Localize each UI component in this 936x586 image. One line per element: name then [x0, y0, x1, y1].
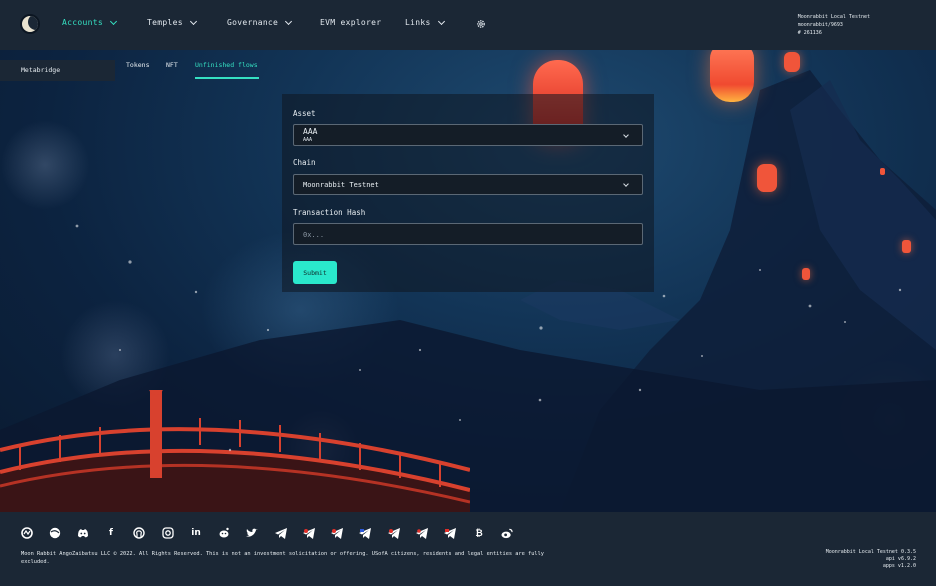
- telegram-flag-icon[interactable]: [331, 527, 343, 539]
- tab-tokens[interactable]: Tokens: [126, 61, 149, 69]
- tab-unfinished-flows[interactable]: Unfinished flows: [195, 61, 258, 69]
- version-title: Moonrabbit Local Testnet 0.3.5: [825, 549, 916, 555]
- chain-name: Moonrabbit Local Testnet: [797, 14, 870, 20]
- transaction-hash-placeholder: 0x...: [303, 231, 325, 239]
- nav-governance[interactable]: Governance: [227, 17, 293, 27]
- chain-info[interactable]: Moonrabbit Local Testnet moonrabbit/9693…: [798, 13, 870, 37]
- telegram-ru-icon[interactable]: [359, 527, 371, 539]
- weibo-icon[interactable]: [501, 527, 513, 539]
- chain-select[interactable]: Moonrabbit Testnet: [293, 174, 643, 195]
- top-navigation-bar: Accounts Temples Governance EVM explorer…: [0, 0, 936, 50]
- copyright-notice: Moon Rabbit AngoZaibatsu LLC © 2022. All…: [21, 551, 544, 565]
- moonrabbit-logo-icon[interactable]: [20, 14, 40, 34]
- chevron-down-icon: [623, 181, 629, 187]
- nav-links-label: Links: [405, 18, 431, 27]
- chain-spec: moonrabbit/9693: [797, 22, 843, 28]
- nav-evm-explorer-label: EVM explorer: [320, 18, 382, 27]
- github-icon[interactable]: [133, 527, 145, 539]
- discord-icon[interactable]: [77, 527, 89, 539]
- instagram-icon[interactable]: [162, 527, 174, 539]
- twitter-icon[interactable]: [246, 527, 258, 539]
- chain-selected-value: Moonrabbit Testnet: [303, 181, 379, 189]
- nav-accounts-label: Accounts: [62, 18, 103, 27]
- version-info: Moonrabbit Local Testnet 0.3.5 api v6.9.…: [826, 549, 916, 570]
- asset-label: Asset: [293, 109, 316, 118]
- telegram-icon[interactable]: [275, 527, 287, 539]
- nav-temples-label: Temples: [147, 18, 183, 27]
- globe-icon[interactable]: [49, 527, 61, 539]
- nav-evm-explorer[interactable]: EVM explorer: [320, 18, 381, 27]
- nav-governance-label: Governance: [227, 18, 279, 27]
- background-scene: Metabridge Tokens NFT Unfinished flows A…: [0, 50, 936, 512]
- block-number: # 261136: [797, 30, 822, 36]
- chain-label: Chain: [293, 158, 316, 167]
- reddit-icon[interactable]: [218, 527, 230, 539]
- tab-nft[interactable]: NFT: [166, 61, 178, 69]
- footer: f in ₿ Moon Rabbit AngoZaibatsu LLC © 20…: [0, 512, 936, 586]
- api-version: api v6.9.2: [885, 556, 916, 562]
- metabridge-section-label: Metabridge: [0, 60, 115, 81]
- transaction-hash-input[interactable]: 0x...: [293, 223, 643, 245]
- asset-selected-value: AAA: [303, 127, 318, 136]
- telegram-kr-icon[interactable]: [388, 527, 400, 539]
- asset-selected-sub: AAA: [303, 137, 313, 143]
- transaction-hash-label: Transaction Hash: [293, 208, 366, 217]
- chevron-down-icon: [109, 17, 117, 25]
- submit-button[interactable]: Submit: [293, 261, 337, 284]
- chevron-down-icon: [437, 17, 445, 25]
- nav-temples[interactable]: Temples: [147, 17, 197, 27]
- chevron-down-icon: [623, 132, 629, 138]
- telegram-cn-icon[interactable]: [444, 527, 456, 539]
- asset-select[interactable]: AAA AAA: [293, 124, 643, 146]
- linkedin-icon[interactable]: in: [190, 527, 202, 539]
- moonrabbit-icon[interactable]: [21, 527, 33, 539]
- apps-version: apps v1.2.0: [882, 563, 916, 569]
- bitcoin-icon[interactable]: ₿: [473, 527, 485, 539]
- chevron-down-icon: [285, 17, 293, 25]
- nav-accounts[interactable]: Accounts: [62, 17, 117, 27]
- nav-links[interactable]: Links: [405, 17, 445, 27]
- telegram-jp-icon[interactable]: [416, 527, 428, 539]
- active-tab-underline: [195, 77, 259, 79]
- chevron-down-icon: [189, 17, 197, 25]
- settings-gear-icon[interactable]: [476, 19, 486, 29]
- telegram-red-icon[interactable]: [303, 527, 315, 539]
- facebook-icon[interactable]: f: [105, 527, 117, 539]
